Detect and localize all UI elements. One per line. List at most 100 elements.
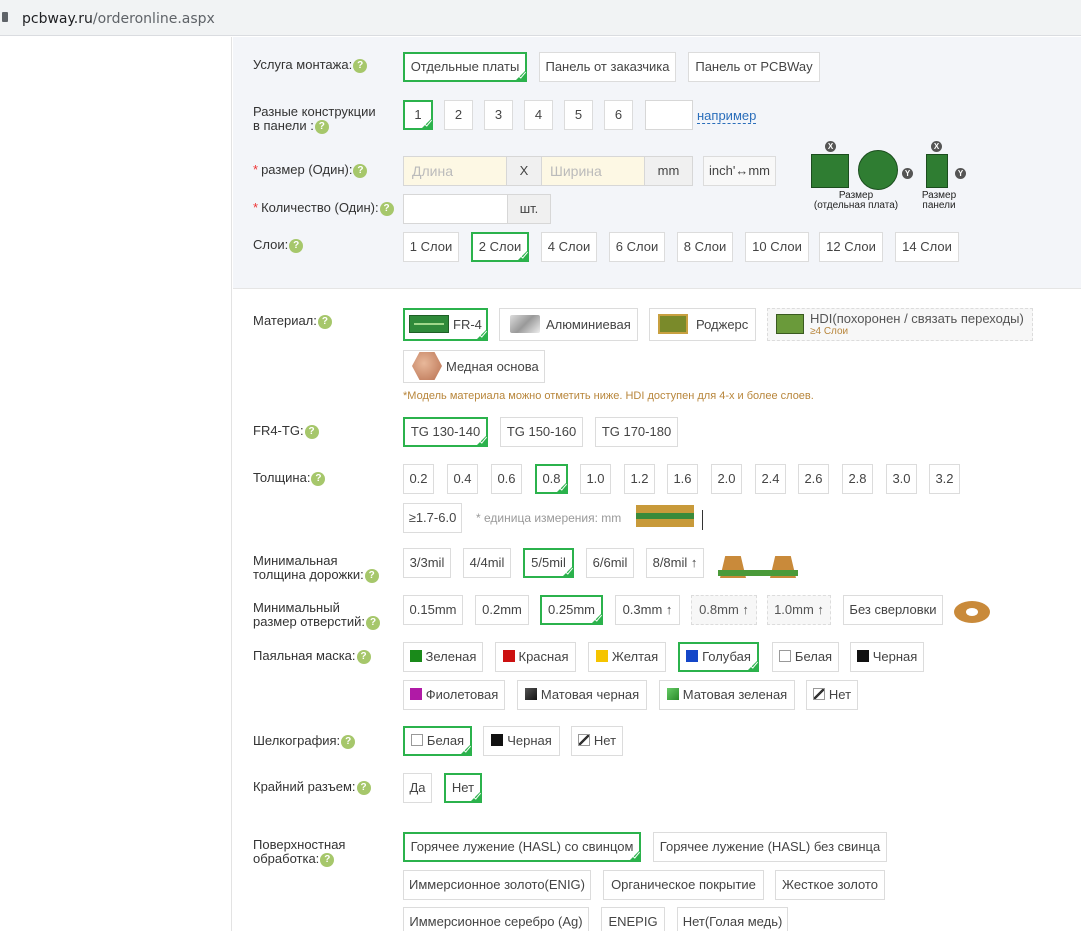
mask-option-matte-green[interactable]: Матовая зеленая [659,680,795,710]
help-icon[interactable]: ? [379,201,394,216]
track-option-3[interactable]: 3/3mil [403,548,451,578]
help-icon[interactable]: ? [356,649,371,664]
silk-option-none[interactable]: Нет [571,726,623,756]
help-icon[interactable]: ? [364,568,379,583]
hole-option-0.3[interactable]: 0.3mm ↑ [615,595,680,625]
url-text[interactable]: pcbway.ru/orderonline.aspx [22,11,215,27]
layers-option-6[interactable]: 6 Слои [609,232,665,262]
thickness-option-0.4[interactable]: 0.4 [447,464,478,494]
designs-option-1[interactable]: 1 [403,100,433,130]
surface-option-hasl-leadfree[interactable]: Горячее лужение (HASL) без свинца [653,832,887,862]
designs-option-4[interactable]: 4 [524,100,553,130]
designs-option-3[interactable]: 3 [484,100,513,130]
surface-option-hard-gold[interactable]: Жесткое золото [775,870,885,900]
hole-option-0.25[interactable]: 0.25mm [540,595,603,625]
material-option-copper[interactable]: Медная основа [403,350,545,383]
designs-option-5[interactable]: 5 [564,100,593,130]
thickness-option-custom[interactable]: ≥1.7-6.0 [403,503,462,533]
designs-example-link[interactable]: например [697,108,757,124]
thickness-option-2.4[interactable]: 2.4 [755,464,786,494]
material-option-aluminum[interactable]: Алюминиевая [499,308,638,341]
surface-option-osp[interactable]: Органическое покрытие [603,870,764,900]
layers-option-1[interactable]: 1 Слои [403,232,459,262]
designs-option-6[interactable]: 6 [604,100,633,130]
help-icon[interactable]: ? [353,58,368,73]
thickness-option-3.2[interactable]: 3.2 [929,464,960,494]
mask-option-green[interactable]: Зеленая [403,642,483,672]
mask-option-purple[interactable]: Фиолетовая [403,680,505,710]
help-icon[interactable]: ? [314,119,329,134]
help-icon[interactable]: ? [366,615,380,630]
material-option-rogers[interactable]: Роджерс [649,308,756,341]
mask-option-blue[interactable]: Голубая [678,642,759,672]
qty-input[interactable] [403,194,508,224]
mask-option-black[interactable]: Черная [850,642,924,672]
mask-option-yellow[interactable]: Желтая [588,642,666,672]
thickness-option-2.8[interactable]: 2.8 [842,464,873,494]
track-option-5[interactable]: 5/5mil [523,548,574,578]
help-icon[interactable]: ? [317,314,332,329]
tg-option-150[interactable]: TG 150-160 [500,417,583,447]
surface-option-hasl-lead[interactable]: Горячее лужение (HASL) со свинцом [403,832,641,862]
mask-option-none[interactable]: Нет [806,680,858,710]
material-option-hdi[interactable]: HDI(похоронен / связать переходы) ≥4 Сло… [767,308,1033,341]
tg-option-130[interactable]: TG 130-140 [403,417,488,447]
thickness-unit-note: * единица измерения: mm [476,511,622,525]
help-icon[interactable]: ? [304,424,319,439]
hole-option-1.0[interactable]: 1.0mm ↑ [767,595,831,625]
length-input[interactable]: Длина [403,156,507,186]
browser-address-bar[interactable]: pcbway.ru/orderonline.aspx [0,0,1081,36]
hole-option-0.15[interactable]: 0.15mm [403,595,463,625]
designs-custom-input[interactable] [645,100,693,130]
mask-option-red[interactable]: Красная [495,642,576,672]
thickness-option-0.8[interactable]: 0.8 [535,464,568,494]
layers-option-10[interactable]: 10 Слои [745,232,809,262]
hole-option-no-drill[interactable]: Без сверловки [843,595,943,625]
thickness-option-1.6[interactable]: 1.6 [667,464,698,494]
layers-option-14[interactable]: 14 Слои [895,232,959,262]
track-option-4[interactable]: 4/4mil [463,548,511,578]
thickness-option-0.2[interactable]: 0.2 [403,464,434,494]
fr4-board-icon [409,315,449,333]
material-option-fr4[interactable]: FR-4 [403,308,488,341]
surface-option-immersion-silver[interactable]: Иммерсионное серебро (Ag) [403,907,589,931]
width-input[interactable]: Ширина [541,156,645,186]
designs-option-2[interactable]: 2 [444,100,473,130]
tg-option-170[interactable]: TG 170-180 [595,417,678,447]
help-icon[interactable]: ? [289,238,304,253]
track-option-8[interactable]: 8/8mil ↑ [646,548,704,578]
help-icon[interactable]: ? [341,734,356,749]
unit-convert-button[interactable]: inch'↔mm [703,156,776,186]
silk-option-white[interactable]: Белая [403,726,472,756]
assembly-option-pcbway-panel[interactable]: Панель от PCBWay [688,52,820,82]
help-icon[interactable]: ? [356,780,371,795]
thickness-option-3.0[interactable]: 3.0 [886,464,917,494]
edge-option-yes[interactable]: Да [403,773,432,803]
assembly-option-single[interactable]: Отдельные платы [403,52,527,82]
thickness-option-0.6[interactable]: 0.6 [491,464,522,494]
thickness-option-1.0[interactable]: 1.0 [580,464,611,494]
swatch-white [410,734,423,746]
thickness-option-2.0[interactable]: 2.0 [711,464,742,494]
help-icon[interactable]: ? [311,471,326,486]
layers-option-8[interactable]: 8 Слои [677,232,733,262]
mask-option-matte-black[interactable]: Матовая черная [517,680,647,710]
mask-option-white[interactable]: Белая [772,642,839,672]
edge-option-no[interactable]: Нет [444,773,482,803]
thickness-option-2.6[interactable]: 2.6 [798,464,829,494]
layers-option-2[interactable]: 2 Слои [471,232,529,262]
hole-option-0.8[interactable]: 0.8mm ↑ [691,595,757,625]
surface-option-enig[interactable]: Иммерсионное золото(ENIG) [403,870,591,900]
thickness-option-1.2[interactable]: 1.2 [624,464,655,494]
layers-option-4[interactable]: 4 Слои [541,232,597,262]
silk-option-black[interactable]: Черная [483,726,560,756]
hole-option-0.2[interactable]: 0.2mm [475,595,529,625]
help-icon[interactable]: ? [320,852,335,867]
assembly-option-customer-panel[interactable]: Панель от заказчика [539,52,676,82]
surface-option-none[interactable]: Нет(Голая медь) [677,907,788,931]
track-option-6[interactable]: 6/6mil [586,548,634,578]
layers-option-12[interactable]: 12 Слои [819,232,883,262]
help-icon[interactable]: ? [353,163,368,178]
surface-option-enepig[interactable]: ENEPIG [601,907,665,931]
copper-core-icon [412,352,442,380]
